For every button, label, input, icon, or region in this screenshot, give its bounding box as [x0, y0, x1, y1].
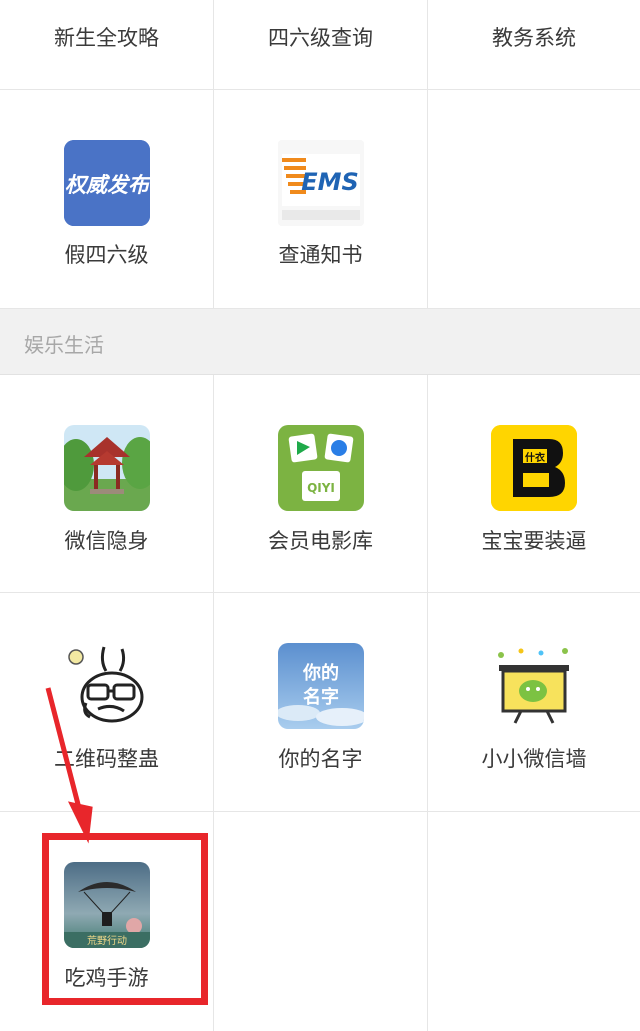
- svg-text:权威发布: 权威发布: [65, 173, 150, 197]
- item-label: 你的名字: [278, 747, 363, 771]
- svg-text:QIYI: QIYI: [307, 481, 335, 495]
- item-label: 新生全攻略: [54, 26, 159, 50]
- section-header-entertainment: 娱乐生活: [0, 309, 640, 375]
- grid-item-empty: [428, 812, 640, 1031]
- ems-icon: EMS: [277, 140, 364, 226]
- wechat-wall-icon: [491, 643, 577, 729]
- grid-item-qr-prank[interactable]: 二维码整蛊: [0, 593, 214, 811]
- grid-item-vip-movie-library[interactable]: QIYI 会员电影库: [214, 375, 428, 592]
- grid-item-wechat-invisible[interactable]: 微信隐身: [0, 375, 214, 592]
- grid-row-3: 二维码整蛊 你的 名字 你的名字 小小微信墙: [0, 593, 640, 812]
- item-label: 微信隐身: [64, 529, 149, 553]
- svg-text:你的: 你的: [302, 662, 339, 684]
- item-label: 教务系统: [492, 26, 576, 50]
- grid-item-wechat-wall[interactable]: 小小微信墙: [428, 593, 640, 811]
- grid-item-empty: [214, 812, 428, 1031]
- grid-row-1: 权威发布 假四六级 EMS 查通知书: [0, 90, 640, 309]
- highlight-box: [42, 833, 208, 1005]
- grid-row-0: 新生全攻略 四六级查询 教务系统: [0, 0, 640, 90]
- grid-item-freshman-guide[interactable]: 新生全攻略: [0, 0, 214, 89]
- svg-text:EMS: EMS: [301, 168, 359, 196]
- item-label: 假四六级: [64, 243, 149, 267]
- authority-icon: 权威发布: [63, 140, 150, 226]
- item-label: 查通知书: [278, 243, 363, 267]
- item-label: 小小微信墙: [481, 747, 587, 771]
- grid-item-your-name[interactable]: 你的 名字 你的名字: [214, 593, 428, 811]
- grid-item-cet-query[interactable]: 四六级查询: [214, 0, 428, 89]
- svg-text:名字: 名字: [303, 686, 339, 708]
- item-label: 宝宝要装逼: [481, 529, 587, 553]
- grid-item-admission-letter[interactable]: EMS 查通知书: [214, 90, 428, 308]
- grid-item-academic-system[interactable]: 教务系统: [428, 0, 640, 89]
- item-label: 四六级查询: [268, 26, 373, 50]
- grid-row-2: 微信隐身 QIYI 会员电影库 什衣 宝宝要装逼: [0, 375, 640, 593]
- grid-item-fake-cet[interactable]: 权威发布 假四六级: [0, 90, 214, 308]
- pavilion-photo-icon: [63, 425, 150, 511]
- section-title: 娱乐生活: [24, 333, 104, 357]
- item-label: 二维码整蛊: [54, 747, 159, 771]
- your-name-icon: 你的 名字: [277, 643, 364, 729]
- zhuangbi-icon: 什衣: [491, 425, 577, 511]
- item-label: 会员电影库: [268, 529, 373, 553]
- svg-text:什衣: 什衣: [525, 451, 545, 464]
- bunny-glasses-icon: [63, 643, 150, 729]
- grid-item-baby-show-off[interactable]: 什衣 宝宝要装逼: [428, 375, 640, 592]
- grid-item-empty: [428, 90, 640, 308]
- movie-library-icon: QIYI: [277, 425, 364, 511]
